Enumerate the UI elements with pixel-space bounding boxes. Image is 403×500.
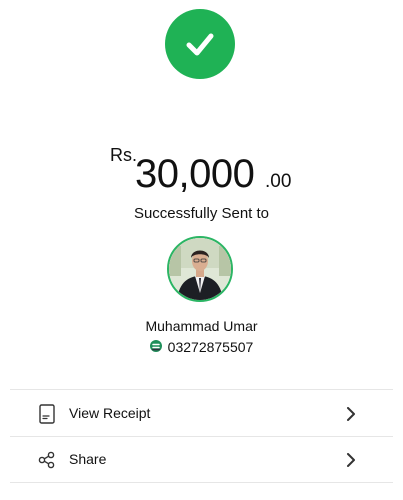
share-button[interactable]: Share [0,438,403,482]
recipient-phone-row: 03272875507 [0,339,403,355]
status-text: Successfully Sent to [133,205,270,222]
view-receipt-label: View Receipt [69,405,151,421]
wallet-logo-icon [149,339,162,355]
share-icon [38,450,56,470]
currency-label: Rs. [110,145,137,165]
chevron-right-icon [346,453,356,467]
recipient-phone: 03272875507 [167,339,254,355]
avatar [167,236,233,302]
view-receipt-button[interactable]: View Receipt [0,392,403,436]
receipt-icon [38,404,56,424]
divider [10,436,393,437]
divider [10,482,393,483]
amount-decimal: .00 [265,171,292,192]
amount-value: 30,000 [135,152,255,196]
share-label: Share [69,451,107,467]
amount-display: Rs. 30,000 .00 [0,140,403,200]
recipient-name: Muhammad Umar [145,318,258,334]
chevron-right-icon [346,407,356,421]
divider [10,389,393,390]
success-check-icon [165,9,235,79]
